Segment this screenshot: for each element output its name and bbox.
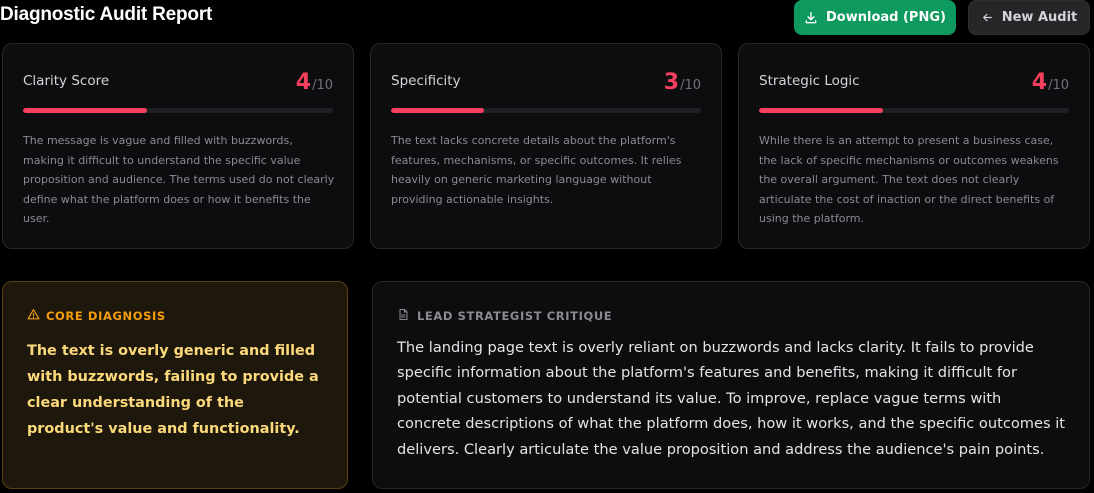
metric-score: 4 /10 (1032, 70, 1069, 95)
metric-label: Clarity Score (23, 73, 110, 89)
metric-card-clarity: Clarity Score 4 /10 The message is vague… (2, 43, 354, 249)
score-progress-bar (759, 108, 1069, 113)
metric-description: The text lacks concrete details about th… (391, 134, 682, 206)
download-png-button[interactable]: Download (PNG) (794, 0, 956, 35)
critique-title: LEAD STRATEGIST CRITIQUE (417, 309, 613, 323)
metric-score: 3 /10 (664, 70, 701, 95)
score-progress-fill (23, 108, 147, 113)
core-diagnosis-title: CORE DIAGNOSIS (46, 309, 166, 323)
arrow-left-icon (981, 11, 994, 24)
metric-score: 4 /10 (296, 70, 333, 95)
download-icon (804, 11, 818, 25)
metric-description: While there is an attempt to present a b… (759, 134, 1059, 226)
score-progress-bar (391, 108, 701, 113)
score-progress-fill (759, 108, 883, 113)
metric-label: Specificity (391, 73, 461, 89)
warning-triangle-icon (27, 308, 40, 324)
core-diagnosis-heading: CORE DIAGNOSIS (27, 308, 166, 324)
score-progress-bar (23, 108, 333, 113)
critique-text: The landing page text is overly reliant … (397, 339, 1065, 458)
core-diagnosis-text: The text is overly generic and filled wi… (27, 343, 319, 437)
score-max: /10 (312, 78, 333, 93)
metric-description: The message is vague and filled with buz… (23, 134, 335, 226)
score-progress-fill (391, 108, 484, 113)
metric-card-strategic-logic: Strategic Logic 4 /10 While there is an … (738, 43, 1090, 249)
score-value: 4 (295, 70, 312, 95)
core-diagnosis-panel: CORE DIAGNOSIS The text is overly generi… (2, 281, 348, 489)
metric-card-specificity: Specificity 3 /10 The text lacks concret… (370, 43, 722, 249)
new-audit-button-label: New Audit (1001, 10, 1078, 25)
score-value: 3 (663, 70, 680, 95)
strategist-critique-panel: LEAD STRATEGIST CRITIQUE The landing pag… (372, 281, 1090, 489)
score-max: /10 (680, 78, 701, 93)
metric-label: Strategic Logic (759, 73, 860, 89)
score-max: /10 (1048, 78, 1069, 93)
download-button-label: Download (PNG) (826, 10, 946, 25)
document-icon (397, 308, 409, 324)
new-audit-button[interactable]: New Audit (968, 0, 1090, 35)
critique-heading: LEAD STRATEGIST CRITIQUE (397, 308, 612, 324)
page-title: Diagnostic Audit Report (0, 4, 213, 25)
score-value: 4 (1031, 70, 1048, 95)
audit-report-page: Diagnostic Audit Report Download (PNG) N… (0, 0, 1094, 493)
